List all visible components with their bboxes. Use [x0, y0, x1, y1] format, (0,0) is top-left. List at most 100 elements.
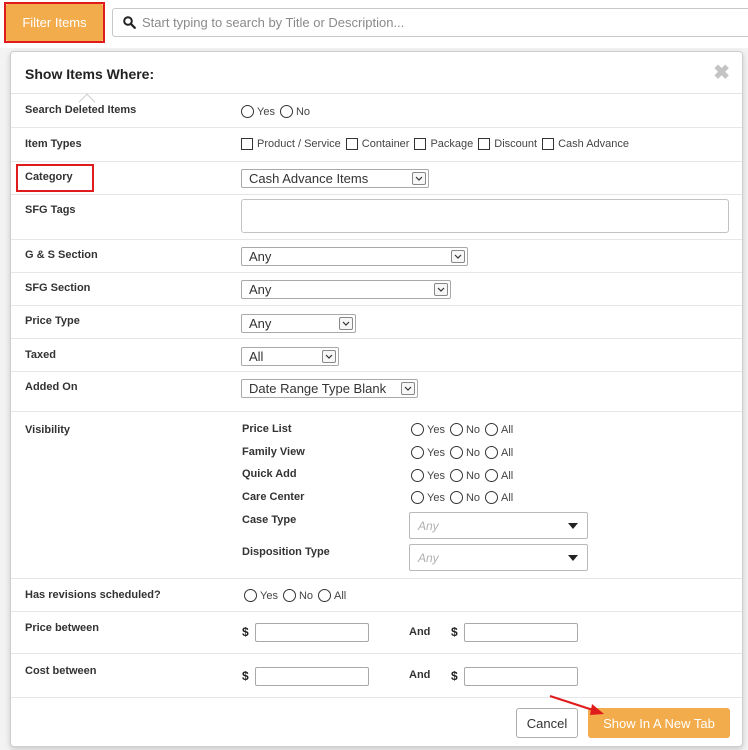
- label-search-deleted: Search Deleted Items: [25, 104, 137, 116]
- row-visibility: Visibility Price List Yes No All Family …: [11, 412, 742, 579]
- quick-add-no[interactable]: No: [449, 469, 480, 482]
- show-in-new-tab-button[interactable]: Show In A New Tab: [588, 708, 730, 738]
- quick-add-yes[interactable]: Yes: [411, 469, 445, 482]
- radio-icon: [485, 423, 499, 436]
- checkbox-icon: [345, 138, 358, 150]
- revisions-all[interactable]: All: [318, 589, 346, 602]
- annotation-highlight-filter: [4, 2, 105, 43]
- disposition-type-dropdown[interactable]: Any: [409, 544, 588, 571]
- radio-icon: [282, 589, 296, 602]
- row-item-types: Item Types Product / Service Container P…: [11, 128, 742, 162]
- care-center-no[interactable]: No: [449, 491, 480, 504]
- label-cost-between: Cost between: [25, 665, 97, 677]
- annotation-arrow-icon: [549, 694, 604, 715]
- radio-icon: [485, 491, 499, 504]
- family-view-no[interactable]: No: [449, 446, 480, 459]
- radio-icon: [241, 105, 254, 118]
- chevron-down-icon: [401, 382, 415, 395]
- gs-section-select[interactable]: Any: [241, 247, 468, 266]
- row-search-deleted: Search Deleted Items Yes No: [11, 94, 742, 128]
- popover-title: Show Items Where:: [25, 66, 155, 82]
- row-sfg-section: SFG Section Any: [11, 273, 742, 306]
- row-cost-between: Cost between $ And $: [11, 654, 742, 698]
- taxed-select[interactable]: All: [241, 347, 339, 366]
- deleted-no[interactable]: No: [279, 105, 310, 118]
- row-revisions: Has revisions scheduled? Yes No All: [11, 579, 742, 612]
- cost-max-currency: $: [451, 669, 458, 683]
- family-view-yes[interactable]: Yes: [411, 446, 445, 459]
- care-center-yes[interactable]: Yes: [411, 491, 445, 504]
- cost-min-input[interactable]: [255, 667, 369, 686]
- label-disposition-type: Disposition Type: [242, 546, 330, 558]
- item-type-product-service[interactable]: Product / Service: [241, 138, 341, 150]
- cost-max-input[interactable]: [464, 667, 578, 686]
- label-price-between: Price between: [25, 622, 99, 634]
- close-icon[interactable]: ✖: [713, 60, 730, 85]
- item-type-container[interactable]: Container: [345, 138, 409, 150]
- item-type-cash-advance[interactable]: Cash Advance: [542, 138, 629, 150]
- label-item-types: Item Types: [25, 138, 82, 150]
- chevron-down-icon: [434, 283, 448, 296]
- caret-down-icon: [568, 555, 578, 561]
- deleted-yes[interactable]: Yes: [241, 105, 275, 118]
- sfg-tags-input[interactable]: [241, 199, 729, 233]
- radio-icon: [411, 423, 424, 436]
- cost-min-currency: $: [242, 669, 249, 683]
- price-list-options: Yes No All: [411, 423, 518, 436]
- price-min-input[interactable]: [255, 623, 369, 642]
- revisions-no[interactable]: No: [282, 589, 313, 602]
- filter-popover: Show Items Where: ✖ Search Deleted Items…: [10, 51, 743, 747]
- label-family-view: Family View: [242, 446, 305, 458]
- radio-icon: [485, 469, 499, 482]
- cost-and-label: And: [409, 669, 431, 681]
- price-list-yes[interactable]: Yes: [411, 423, 445, 436]
- family-view-options: Yes No All: [411, 446, 518, 459]
- row-category: Category Cash Advance Items: [11, 162, 742, 195]
- label-added-on: Added On: [25, 381, 78, 393]
- added-on-select[interactable]: Date Range Type Blank: [241, 379, 418, 398]
- row-price-between: Price between $ And $: [11, 612, 742, 654]
- item-type-package[interactable]: Package: [414, 138, 473, 150]
- sfg-section-select[interactable]: Any: [241, 280, 451, 299]
- popover-header: Show Items Where: ✖: [11, 52, 742, 94]
- label-care-center: Care Center: [242, 491, 305, 503]
- label-price-type: Price Type: [25, 315, 80, 327]
- price-max-input[interactable]: [464, 623, 578, 642]
- price-list-all[interactable]: All: [485, 423, 513, 436]
- annotation-highlight-category: [16, 164, 94, 192]
- family-view-all[interactable]: All: [485, 446, 513, 459]
- checkbox-icon: [414, 138, 427, 150]
- label-gs-section: G & S Section: [25, 249, 98, 261]
- revisions-yes[interactable]: Yes: [244, 589, 278, 602]
- radio-icon: [279, 105, 293, 118]
- price-max-currency: $: [451, 625, 458, 639]
- label-sfg-section: SFG Section: [25, 282, 91, 294]
- radio-icon: [449, 423, 463, 436]
- category-select[interactable]: Cash Advance Items: [241, 169, 429, 188]
- radio-icon: [411, 446, 424, 459]
- chevron-down-icon: [339, 317, 353, 330]
- quick-add-options: Yes No All: [411, 469, 518, 482]
- row-sfg-tags: SFG Tags: [11, 195, 742, 240]
- chevron-down-icon: [451, 250, 465, 263]
- price-type-select[interactable]: Any: [241, 314, 356, 333]
- quick-add-all[interactable]: All: [485, 469, 513, 482]
- item-type-discount[interactable]: Discount: [478, 138, 537, 150]
- checkbox-icon: [478, 138, 491, 150]
- radio-icon: [449, 491, 463, 504]
- item-type-options: Product / Service Container Package Disc…: [241, 138, 634, 150]
- label-price-list: Price List: [242, 423, 292, 435]
- price-min-currency: $: [242, 625, 249, 639]
- checkbox-icon: [542, 138, 555, 150]
- price-list-no[interactable]: No: [449, 423, 480, 436]
- care-center-options: Yes No All: [411, 491, 518, 504]
- radio-icon: [318, 589, 332, 602]
- care-center-all[interactable]: All: [485, 491, 513, 504]
- search-input[interactable]: [142, 15, 702, 30]
- search-box[interactable]: [112, 8, 748, 37]
- top-bar: Filter Items: [0, 0, 748, 48]
- case-type-dropdown[interactable]: Any: [409, 512, 588, 539]
- radio-icon: [449, 446, 463, 459]
- revisions-options: Yes No All: [244, 589, 351, 602]
- row-gs-section: G & S Section Any: [11, 240, 742, 273]
